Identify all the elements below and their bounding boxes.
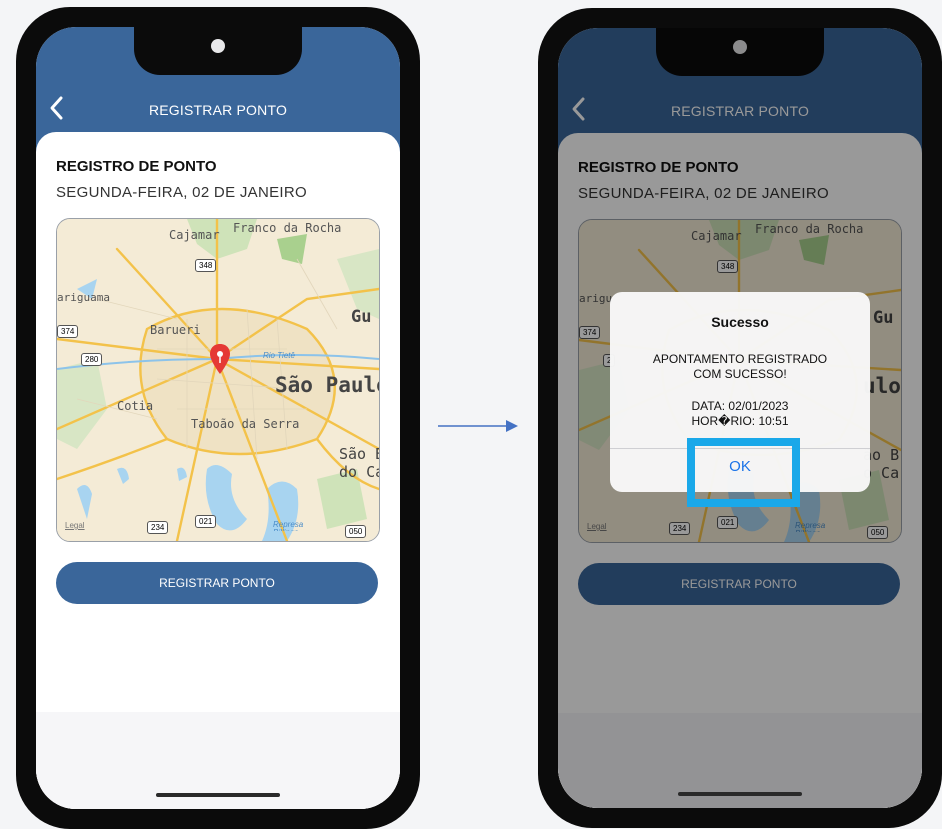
map-label-cajamar: Cajamar — [169, 228, 220, 242]
road-shield: 234 — [147, 521, 169, 534]
map-label-rio-tiete: Rio Tietê — [263, 351, 295, 360]
dialog-date: DATA: 02/01/2023 — [691, 399, 789, 413]
road-shield: 374 — [57, 325, 79, 338]
map-view[interactable]: Cajamar Franco da Rocha ariguama Barueri… — [56, 218, 380, 542]
ok-highlight-box — [687, 438, 800, 507]
card-title: REGISTRO DE PONTO — [56, 158, 217, 175]
register-button[interactable]: REGISTRAR PONTO — [56, 562, 378, 604]
home-indicator[interactable] — [678, 792, 802, 796]
map-label-taboao: Taboão da Serra — [191, 417, 300, 431]
dialog-message-line2: COM SUCESSO! — [693, 367, 787, 381]
home-indicator[interactable] — [156, 793, 280, 797]
map-label-cotia: Cotia — [117, 399, 154, 413]
page-title: REGISTRAR PONTO — [148, 102, 288, 118]
location-pin-icon[interactable] — [209, 343, 231, 375]
dialog-details: DATA: 02/01/2023 HOR�RIO: 10:51 — [610, 399, 870, 429]
map-label-sao-paulo: São Paulo — [275, 373, 380, 397]
left-phone: REGISTRAR PONTO REGISTRO DE PONTO SEGUND… — [16, 7, 420, 829]
map-legal-link[interactable]: Legal — [65, 521, 85, 530]
transition-arrow-icon — [438, 420, 518, 432]
right-phone-screen: REGISTRAR PONTO REGISTRO DE PONTO SEGUND… — [558, 28, 922, 808]
card-date: SEGUNDA-FEIRA, 02 DE JANEIRO — [56, 184, 307, 201]
road-shield: 050 — [345, 525, 367, 538]
dialog-message: APONTAMENTO REGISTRADO COM SUCESSO! — [610, 352, 870, 382]
map-label-franco-da-rocha: Franco da Rocha — [233, 221, 342, 235]
map-label-sao-b: São B — [339, 445, 380, 463]
dialog-message-line1: APONTAMENTO REGISTRADO — [652, 352, 828, 366]
map-label-represa: Represa Billings — [273, 521, 304, 531]
map-label-do-ca: do Ca — [339, 463, 380, 481]
road-shield: 021 — [195, 515, 217, 528]
road-shield: 348 — [195, 259, 217, 272]
map-label-barueri: Barueri — [150, 323, 201, 337]
road-shield: 280 — [81, 353, 103, 366]
dialog-title: Sucesso — [711, 314, 769, 330]
left-phone-screen: REGISTRAR PONTO REGISTRO DE PONTO SEGUND… — [36, 27, 400, 809]
camera-icon — [211, 39, 225, 53]
notch — [134, 27, 302, 75]
content-card: REGISTRO DE PONTO SEGUNDA-FEIRA, 02 DE J… — [36, 132, 400, 809]
map-label-gu: Gu — [351, 307, 372, 327]
dialog-time: HOR�RIO: 10:51 — [691, 414, 789, 428]
right-phone: REGISTRAR PONTO REGISTRO DE PONTO SEGUND… — [538, 8, 942, 828]
map-label-ariguama: ariguama — [57, 291, 110, 304]
